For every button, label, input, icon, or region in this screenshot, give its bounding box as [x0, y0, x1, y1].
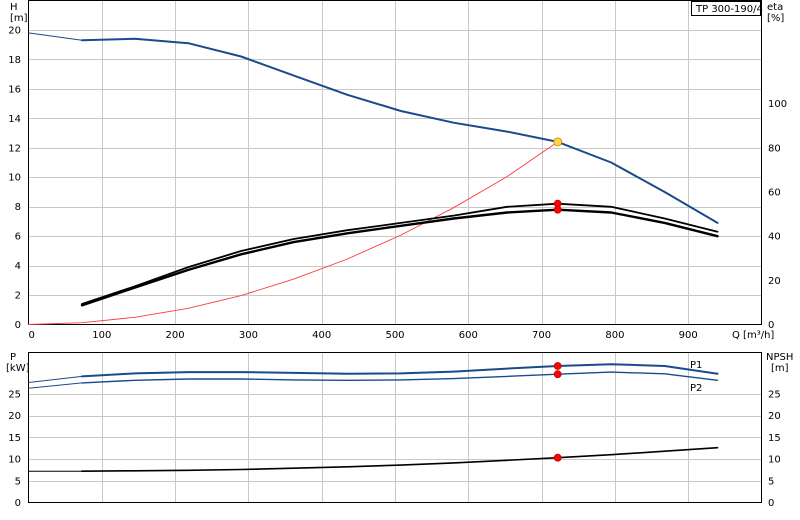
x-tick-label: 300 [239, 330, 258, 341]
p2-curve-leadin [28, 382, 83, 389]
head-duty-point [553, 137, 563, 147]
efficiency-duty-point [553, 205, 562, 214]
x-tick-label: 400 [312, 330, 331, 341]
pump-curve-chart: 0 100 200 300 400 500 600 700 800 900024681012141… [6, 0, 793, 509]
head-tick-label: 4 [15, 261, 21, 272]
power-tick-label: 25 [8, 389, 21, 400]
bottom-chart-grid [28, 352, 762, 503]
head-tick-label: 6 [15, 232, 21, 243]
x-tick-label: 0 [29, 330, 35, 341]
flow-axis-label: Q [m³/h] [732, 330, 774, 341]
p2-series-label: P2 [690, 383, 702, 394]
x-tick-label: 600 [459, 330, 478, 341]
head-tick-label: 10 [8, 173, 21, 184]
eta-tick-label: 20 [768, 276, 781, 287]
npsh-tick-label: 25 [768, 389, 781, 400]
p1-curve [81, 363, 719, 378]
pump-model-label: TP 300-190/4 [695, 4, 763, 15]
head-tick-label: 2 [15, 291, 21, 302]
npsh-tick-label: 0 [768, 498, 774, 509]
head-tick-label: 8 [15, 202, 21, 213]
head-curve [81, 37, 719, 224]
top-chart-series [28, 32, 719, 325]
p1-duty-point [553, 362, 562, 370]
npsh-tick-label: 15 [768, 433, 781, 444]
p1-curve-leadin [28, 375, 83, 383]
npsh-duty-point [553, 453, 562, 462]
npsh-axis-label: NPSH [766, 352, 793, 363]
efficiency-curve-lower [80, 208, 719, 307]
npsh-tick-label: 20 [768, 411, 781, 422]
top-chart-ticks: 0 100 200 300 400 500 600 700 800 900 0 2 4 6 8 10 12 14 1… [8, 25, 787, 341]
head-axis-label: H [10, 2, 18, 13]
power-axis-label: P [10, 352, 16, 363]
efficiency-curve-upper [81, 202, 719, 305]
eta-tick-label: 40 [768, 232, 781, 243]
head-tick-label: 20 [8, 25, 21, 36]
head-tick-label: 18 [8, 55, 21, 66]
eta-axis-unit: [%] [767, 13, 784, 24]
x-tick-label: 500 [385, 330, 404, 341]
head-tick-label: 0 [15, 320, 21, 331]
bottom-chart-ticks: 0 5 10 15 20 25 0 5 10 15 20 25 [8, 389, 780, 509]
eta-axis-label: eta [767, 2, 783, 13]
x-tick-label: 700 [532, 330, 551, 341]
head-tick-label: 16 [8, 84, 21, 95]
power-tick-label: 5 [15, 476, 21, 487]
eta-tick-label: 100 [768, 99, 787, 110]
top-chart-grid [28, 0, 762, 325]
p2-duty-point [553, 370, 562, 379]
power-tick-label: 20 [8, 411, 21, 422]
npsh-tick-label: 10 [768, 455, 781, 466]
npsh-tick-label: 5 [768, 476, 774, 487]
x-tick-label: 200 [166, 330, 185, 341]
power-tick-label: 0 [15, 498, 21, 509]
eta-tick-label: 60 [768, 187, 781, 198]
x-tick-label: 800 [605, 330, 624, 341]
p1-series-label: P1 [690, 360, 702, 371]
head-tick-label: 12 [8, 143, 21, 154]
x-tick-label: 100 [92, 330, 111, 341]
power-tick-label: 10 [8, 455, 21, 466]
eta-tick-label: 80 [768, 143, 781, 154]
npsh-axis-unit: [m] [771, 363, 789, 374]
x-tick-label: 900 [679, 330, 698, 341]
head-tick-label: 14 [8, 114, 21, 125]
power-tick-label: 15 [8, 433, 21, 444]
head-axis-unit: [m] [10, 13, 28, 24]
head-curve-leadin [28, 32, 83, 41]
power-axis-unit: [kW] [6, 363, 30, 374]
